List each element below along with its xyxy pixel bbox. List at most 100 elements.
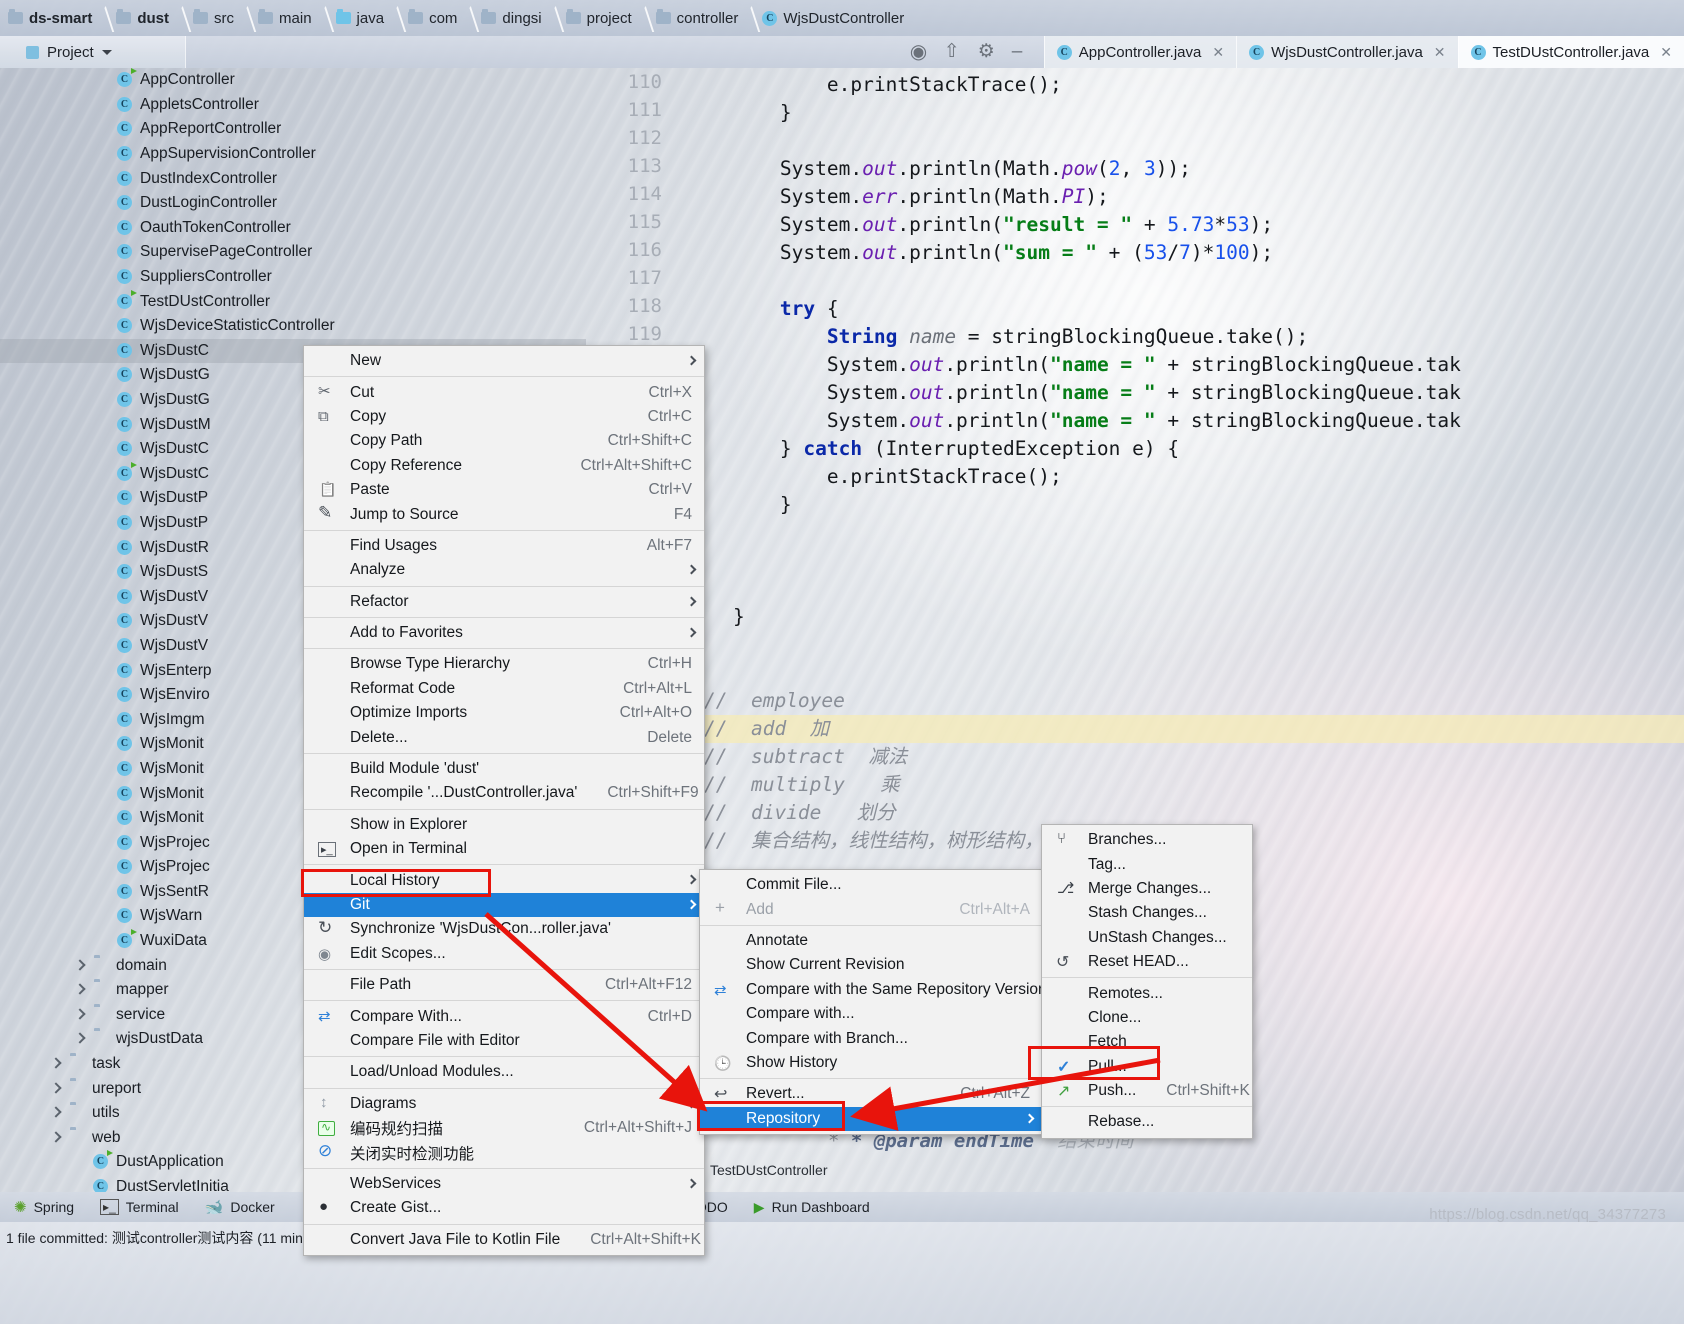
context_menu-create-gist[interactable]: Create Gist...: [304, 1196, 704, 1220]
context_menu-jump-to-source[interactable]: Jump to SourceF4: [304, 502, 704, 526]
tab-app-controller[interactable]: C AppController.java ✕: [1044, 36, 1236, 68]
breadcrumb-item-com[interactable]: com: [404, 0, 459, 36]
bottom-item-terminal[interactable]: ▸_ Terminal: [100, 1199, 179, 1215]
chevron-right-icon[interactable]: [50, 1083, 62, 1095]
repository_menu-unstash-changes[interactable]: UnStash Changes...: [1042, 926, 1252, 950]
context_menu-show-in-explorer[interactable]: Show in Explorer: [304, 813, 704, 837]
tree-item[interactable]: CWjsDeviceStatisticController: [0, 314, 586, 339]
context_menu-convert-java-file-to-kotlin-file[interactable]: Convert Java File to Kotlin FileCtrl+Alt…: [304, 1228, 704, 1252]
chevron-right-icon[interactable]: [50, 1132, 62, 1144]
repository_menu-merge-changes[interactable]: Merge Changes...: [1042, 877, 1252, 901]
git_menu-commit-file[interactable]: Commit File...: [700, 873, 1042, 897]
git_menu-show-history[interactable]: Show History: [700, 1051, 1042, 1075]
target-icon[interactable]: ◉: [910, 42, 930, 62]
menu-item-label: Edit Scopes...: [350, 945, 446, 963]
close-icon[interactable]: ✕: [1434, 44, 1446, 61]
tree-item[interactable]: CSuppliersController: [0, 265, 586, 290]
context_menu-copy-path[interactable]: Copy PathCtrl+Shift+C: [304, 429, 704, 453]
context_menu-build-module-dust[interactable]: Build Module 'dust': [304, 757, 704, 781]
repository_menu-remotes[interactable]: Remotes...: [1042, 981, 1252, 1005]
context_menu-copy[interactable]: CopyCtrl+C: [304, 405, 704, 429]
breadcrumb-item-controller[interactable]: controller: [652, 0, 741, 36]
context_menu-paste[interactable]: PasteCtrl+V: [304, 478, 704, 502]
git_menu-show-current-revision[interactable]: Show Current Revision: [700, 953, 1042, 977]
close-icon[interactable]: ✕: [1660, 44, 1672, 61]
menu-item-label: Copy Path: [350, 432, 422, 450]
repository_menu-push[interactable]: Push...Ctrl+Shift+K: [1042, 1079, 1252, 1103]
context-menu[interactable]: New CutCtrl+XCopyCtrl+CCopy PathCtrl+Shif…: [303, 345, 705, 1256]
breadcrumb-item-src[interactable]: src: [189, 0, 236, 36]
tab-wjs-dust-controller[interactable]: C WjsDustController.java ✕: [1236, 36, 1457, 68]
chevron-right-icon[interactable]: [74, 984, 86, 996]
context_menu-recompile-dustcontroller-java[interactable]: Recompile '...DustController.java'Ctrl+S…: [304, 781, 704, 805]
tree-item[interactable]: CDustLoginController: [0, 191, 586, 216]
context_menu-refactor[interactable]: Refactor: [304, 590, 704, 614]
menu-item-label: Git: [350, 896, 370, 914]
breadcrumb-item-dingsi[interactable]: dingsi: [477, 0, 543, 36]
chevron-right-icon[interactable]: [74, 1033, 86, 1045]
breadcrumb-item-project[interactable]: project: [562, 0, 634, 36]
context_menu-browse-type-hierarchy[interactable]: Browse Type HierarchyCtrl+H: [304, 652, 704, 676]
tree-item[interactable]: CAppSupervisionController: [0, 142, 586, 167]
class-icon-glyph: C: [117, 466, 132, 481]
context_menu-compare-with[interactable]: Compare With...Ctrl+D: [304, 1004, 704, 1028]
context_menu-copy-reference[interactable]: Copy ReferenceCtrl+Alt+Shift+C: [304, 454, 704, 478]
gear-icon[interactable]: ⚙: [978, 42, 998, 62]
breadcrumb-item-wjsdustcontroller[interactable]: CWjsDustController: [758, 0, 906, 36]
chevron-right-icon[interactable]: [50, 1107, 62, 1119]
context_menu-analyze[interactable]: Analyze: [304, 558, 704, 582]
context_menu-compare-file-with-editor[interactable]: Compare File with Editor: [304, 1029, 704, 1053]
breadcrumb-item-dust[interactable]: dust: [112, 0, 171, 36]
repository_menu-tag[interactable]: Tag...: [1042, 852, 1252, 876]
chevron-right-icon[interactable]: [74, 1009, 86, 1021]
repository_menu-stash-changes[interactable]: Stash Changes...: [1042, 901, 1252, 925]
context_menu-new[interactable]: New: [304, 349, 704, 373]
context_menu-关闭实时检测功能[interactable]: 关闭实时检测功能: [304, 1140, 704, 1164]
tree-item[interactable]: COauthTokenController: [0, 216, 586, 241]
bottom-item-spring[interactable]: ✺ Spring: [14, 1198, 74, 1216]
tree-item[interactable]: CAppController: [0, 68, 586, 93]
git-submenu[interactable]: Commit File...AddCtrl+Alt+AAnnotateShow …: [699, 869, 1043, 1135]
repository-submenu[interactable]: Branches...Tag...Merge Changes...Stash C…: [1041, 824, 1253, 1139]
context_menu-add-to-favorites[interactable]: Add to Favorites: [304, 621, 704, 645]
context_menu-open-in-terminal[interactable]: Open in Terminal: [304, 837, 704, 861]
context_menu-reformat-code[interactable]: Reformat CodeCtrl+Alt+L: [304, 677, 704, 701]
chevron-right-icon[interactable]: [50, 1058, 62, 1070]
context_menu-编码规约扫描[interactable]: 编码规约扫描Ctrl+Alt+Shift+J: [304, 1116, 704, 1140]
tree-item[interactable]: CSupervisePageController: [0, 240, 586, 265]
close-icon[interactable]: ✕: [1212, 44, 1224, 61]
git_menu-annotate[interactable]: Annotate: [700, 929, 1042, 953]
tree-item[interactable]: CAppletsController: [0, 93, 586, 118]
tree-item[interactable]: CTestDUstController: [0, 289, 586, 314]
context_menu-synchronize-wjsdustcon-roller-java[interactable]: Synchronize 'WjsDustCon...roller.java': [304, 917, 704, 941]
bottom-item-run-dashboard[interactable]: ▶ Run Dashboard: [754, 1199, 870, 1216]
breadcrumb-item-ds-smart[interactable]: ds-smart: [4, 0, 94, 36]
tree-item[interactable]: CDustIndexController: [0, 166, 586, 191]
context_menu-delete[interactable]: Delete...Delete: [304, 725, 704, 749]
minimize-icon[interactable]: –: [1012, 42, 1032, 62]
git_menu-compare-with-the-same-repository-version[interactable]: Compare with the Same Repository Version: [700, 978, 1042, 1002]
repository_menu-clone[interactable]: Clone...: [1042, 1006, 1252, 1030]
context_menu-cut[interactable]: CutCtrl+X: [304, 380, 704, 404]
context_menu-file-path[interactable]: File PathCtrl+Alt+F12: [304, 973, 704, 997]
repository_menu-reset-head[interactable]: Reset HEAD...: [1042, 950, 1252, 974]
breadcrumb-item-java[interactable]: java: [332, 0, 387, 36]
tab-test-dust-controller[interactable]: C TestDUstController.java ✕: [1458, 36, 1684, 68]
context_menu-edit-scopes[interactable]: Edit Scopes...: [304, 942, 704, 966]
git_menu-compare-with[interactable]: Compare with...: [700, 1002, 1042, 1026]
context_menu-find-usages[interactable]: Find UsagesAlt+F7: [304, 534, 704, 558]
collapse-all-icon[interactable]: ⇧: [944, 42, 964, 62]
context_menu-optimize-imports[interactable]: Optimize ImportsCtrl+Alt+O: [304, 701, 704, 725]
context_menu-webservices[interactable]: WebServices: [304, 1172, 704, 1196]
breadcrumb-item-main[interactable]: main: [254, 0, 314, 36]
context_menu-diagrams[interactable]: Diagrams: [304, 1092, 704, 1116]
repository_menu-branches[interactable]: Branches...: [1042, 828, 1252, 852]
context_menu-load-unload-modules[interactable]: Load/Unload Modules...: [304, 1060, 704, 1084]
breadcrumb-label: src: [214, 10, 234, 27]
bottom-item-docker[interactable]: 🐋 Docker: [205, 1198, 275, 1216]
tree-item[interactable]: CAppReportController: [0, 117, 586, 142]
project-tool-window-button[interactable]: Project: [0, 36, 186, 68]
repository_menu-rebase[interactable]: Rebase...: [1042, 1110, 1252, 1134]
chevron-right-icon[interactable]: [74, 960, 86, 972]
git_menu-compare-with-branch[interactable]: Compare with Branch...: [700, 1026, 1042, 1050]
